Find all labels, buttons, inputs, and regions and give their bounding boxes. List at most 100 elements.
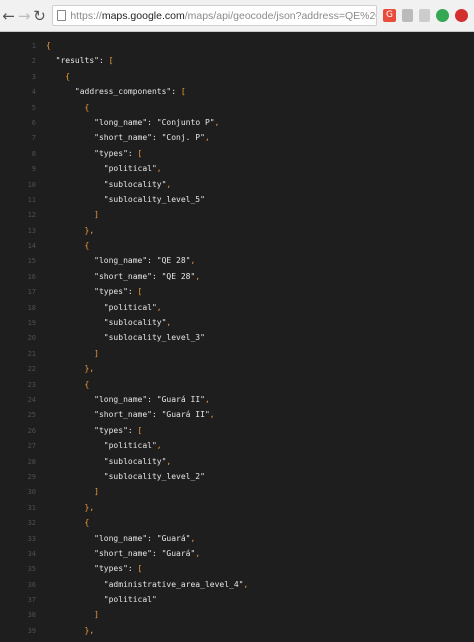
json-punctuation: }, bbox=[46, 225, 95, 235]
line-number: 26 bbox=[27, 426, 36, 435]
code-text: "sublocality", bbox=[36, 315, 171, 330]
code-text: { bbox=[36, 38, 51, 53]
code-line: 18 "political", bbox=[14, 300, 474, 315]
extension-icon-3[interactable] bbox=[419, 9, 430, 22]
json-punctuation: , bbox=[190, 533, 196, 543]
json-token: "short_name": bbox=[46, 133, 162, 143]
line-number: 6 bbox=[31, 118, 36, 127]
json-token: "sublocality_level_3" bbox=[46, 333, 205, 343]
json-punctuation: { bbox=[46, 102, 90, 112]
code-line: 3 { bbox=[14, 69, 474, 84]
json-punctuation: }, bbox=[46, 502, 95, 512]
code-text: }, bbox=[36, 361, 95, 376]
code-text: "types": [ bbox=[36, 561, 142, 576]
json-token: "long_name": bbox=[46, 256, 157, 266]
code-line: 32 { bbox=[14, 515, 474, 530]
line-number: 11 bbox=[27, 195, 36, 204]
code-line: 12 ] bbox=[14, 207, 474, 222]
code-line: 17 "types": [ bbox=[14, 284, 474, 299]
forward-arrow-icon[interactable]: → bbox=[17, 6, 31, 26]
code-line: 16 "short_name": "QE 28", bbox=[14, 269, 474, 284]
json-token: "sublocality_level_5" bbox=[46, 194, 205, 204]
json-punctuation: }, bbox=[46, 364, 95, 374]
json-token: "short_name": bbox=[46, 548, 162, 558]
code-text: "short_name": "Conj. P", bbox=[36, 130, 210, 145]
line-number: 22 bbox=[27, 365, 36, 374]
extension-icon-2[interactable] bbox=[402, 9, 413, 22]
json-punctuation: { bbox=[46, 518, 90, 528]
json-punctuation: , bbox=[204, 394, 210, 404]
code-line: 7 "short_name": "Conj. P", bbox=[14, 130, 474, 145]
json-punctuation: [ bbox=[108, 56, 114, 66]
json-punctuation: , bbox=[204, 133, 210, 143]
line-number: 36 bbox=[27, 580, 36, 589]
code-line: 24 "long_name": "Guará II", bbox=[14, 392, 474, 407]
line-number: 24 bbox=[27, 395, 36, 404]
json-punctuation: { bbox=[46, 41, 51, 50]
line-number: 8 bbox=[31, 149, 36, 158]
code-text: "types": [ bbox=[36, 423, 142, 438]
line-number: 32 bbox=[27, 519, 36, 528]
json-token: "administrative_area_level_4" bbox=[46, 579, 244, 589]
json-punctuation: , bbox=[195, 271, 201, 281]
code-text: "sublocality", bbox=[36, 177, 171, 192]
extension-icon-1[interactable]: G bbox=[383, 9, 396, 22]
code-text: }, bbox=[36, 500, 95, 515]
code-text: "sublocality_level_2" bbox=[36, 469, 205, 484]
json-token: "sublocality" bbox=[46, 318, 167, 328]
code-text: { bbox=[36, 238, 90, 253]
json-punctuation: [ bbox=[180, 87, 186, 97]
extension-icon-4[interactable] bbox=[436, 9, 449, 22]
line-number: 31 bbox=[27, 503, 36, 512]
back-arrow-icon[interactable]: ← bbox=[2, 6, 15, 26]
line-number: 25 bbox=[27, 411, 36, 420]
code-text: ] bbox=[36, 207, 99, 222]
line-number: 4 bbox=[31, 88, 36, 97]
code-line: 27 "political", bbox=[14, 438, 474, 453]
code-text: "long_name": "QE 28", bbox=[36, 253, 195, 268]
code-line: 33 "long_name": "Guará", bbox=[14, 531, 474, 546]
json-token: "Guará" bbox=[161, 548, 196, 558]
json-punctuation: , bbox=[156, 441, 162, 451]
json-token: "sublocality" bbox=[46, 179, 167, 189]
code-text: "political" bbox=[36, 592, 157, 607]
code-text: "sublocality_level_3" bbox=[36, 330, 205, 345]
json-token: "political" bbox=[46, 302, 157, 312]
json-token: "long_name": bbox=[46, 117, 157, 127]
json-punctuation: [ bbox=[137, 287, 143, 297]
json-punctuation: , bbox=[214, 117, 220, 127]
line-number: 21 bbox=[27, 349, 36, 358]
json-token: "Conjunto P" bbox=[156, 117, 215, 127]
code-line: 34 "short_name": "Guará", bbox=[14, 546, 474, 561]
code-line: 21 ] bbox=[14, 346, 474, 361]
code-line: 15 "long_name": "QE 28", bbox=[14, 253, 474, 268]
json-token: "sublocality_level_2" bbox=[46, 471, 205, 481]
code-text: ] bbox=[36, 607, 99, 622]
code-line: 39 }, bbox=[14, 623, 474, 638]
line-number: 14 bbox=[27, 242, 36, 251]
code-text: "political", bbox=[36, 438, 162, 453]
extension-icon-5[interactable] bbox=[455, 9, 468, 22]
json-punctuation: , bbox=[190, 256, 196, 266]
json-punctuation: { bbox=[46, 241, 90, 251]
line-number: 39 bbox=[27, 626, 36, 635]
reload-icon[interactable]: ↻ bbox=[33, 6, 46, 26]
code-line: 37 "political" bbox=[14, 592, 474, 607]
code-line: 5 { bbox=[14, 100, 474, 115]
line-number: 12 bbox=[27, 211, 36, 220]
code-line: 19 "sublocality", bbox=[14, 315, 474, 330]
json-punctuation: { bbox=[46, 71, 71, 81]
address-bar[interactable]: https://maps.google.com/maps/api/geocode… bbox=[52, 5, 377, 26]
code-text: "address_components": [ bbox=[36, 84, 186, 99]
code-line: 13 }, bbox=[14, 223, 474, 238]
json-token: "QE 28" bbox=[156, 256, 191, 266]
json-token: "types": bbox=[46, 425, 138, 435]
code-line: 9 "political", bbox=[14, 161, 474, 176]
code-line: 29 "sublocality_level_2" bbox=[14, 469, 474, 484]
json-punctuation: , bbox=[166, 456, 172, 466]
json-token: "long_name": bbox=[46, 533, 157, 543]
code-text: { bbox=[36, 69, 70, 84]
line-number: 3 bbox=[31, 72, 36, 81]
code-text: }, bbox=[36, 623, 95, 638]
json-punctuation: [ bbox=[137, 425, 143, 435]
